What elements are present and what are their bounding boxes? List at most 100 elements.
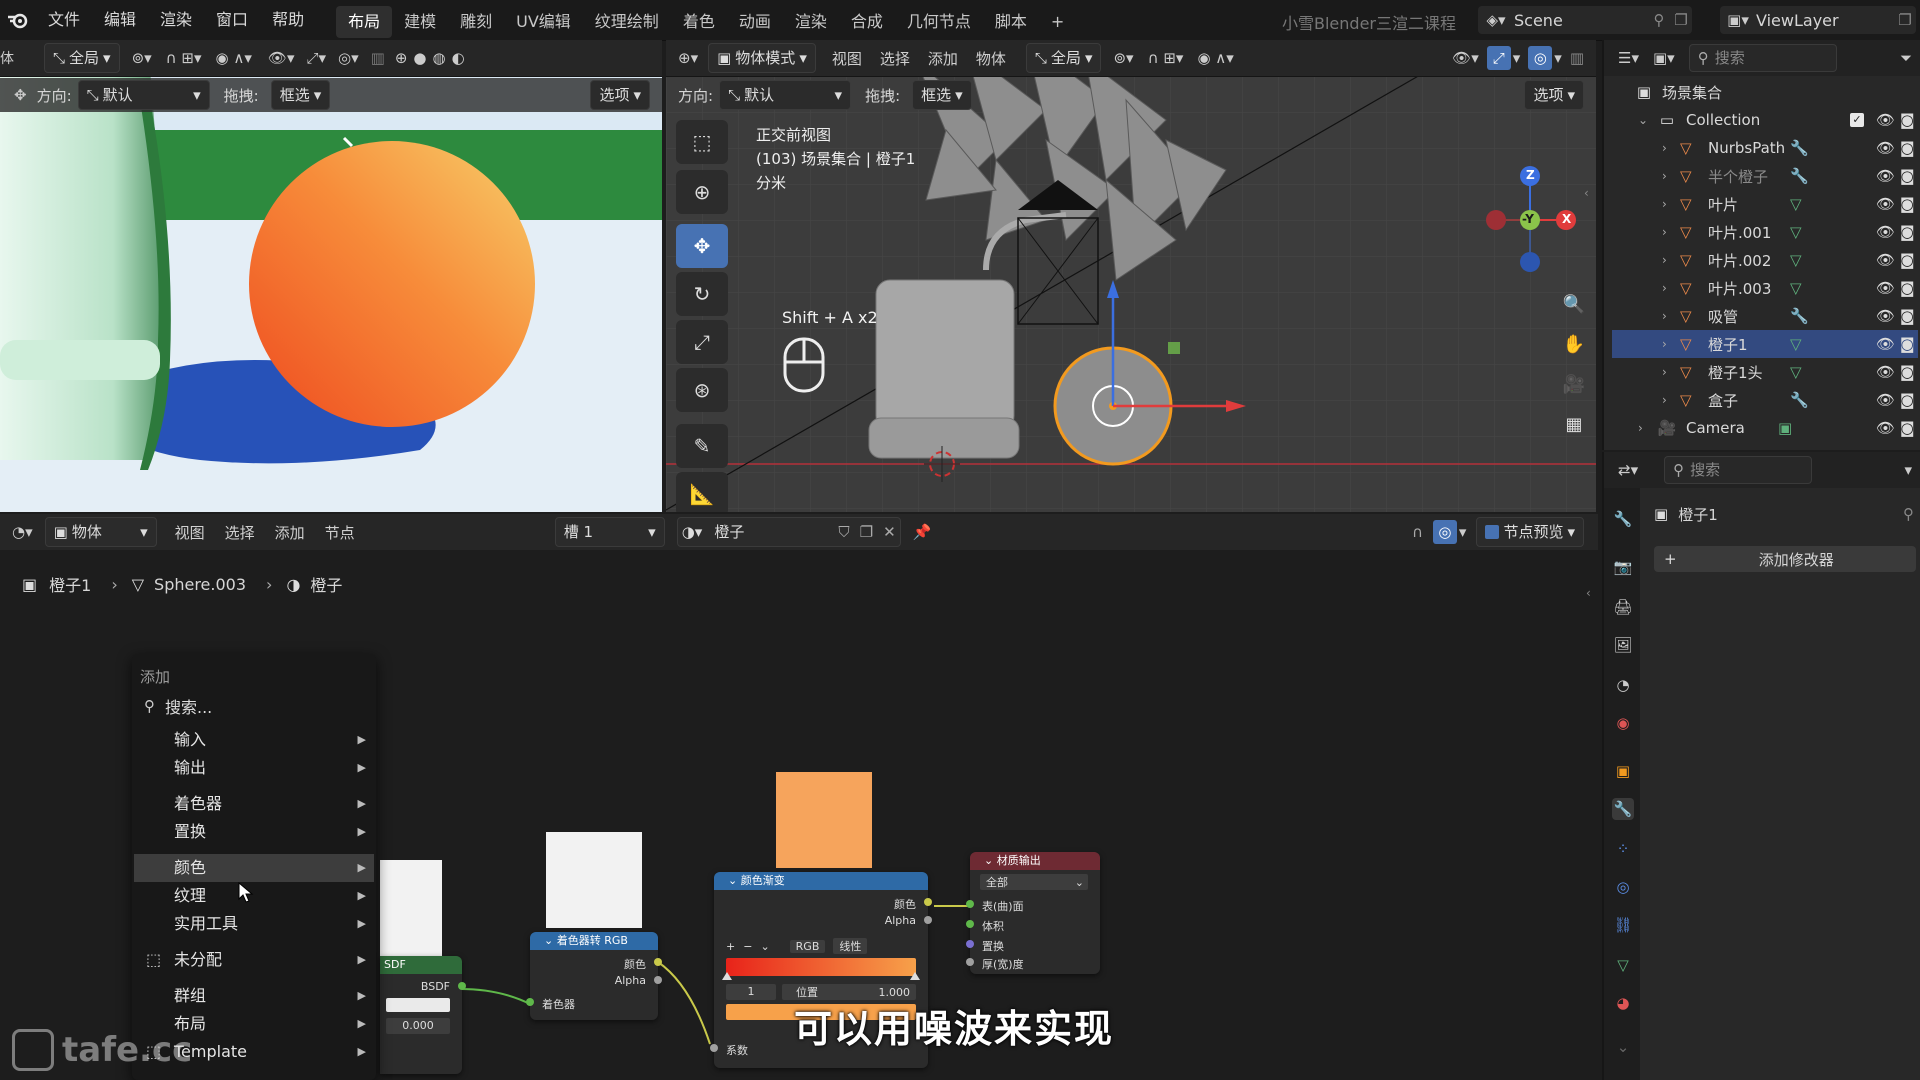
- tab-animation[interactable]: 动画: [727, 6, 783, 38]
- material-output-displacement-socket[interactable]: [966, 940, 974, 948]
- render-tab-icon[interactable]: 📷: [1612, 556, 1634, 578]
- physics-tab-icon[interactable]: ◎: [1612, 876, 1634, 898]
- add-menu-item[interactable]: 纹理 ▶: [134, 882, 374, 910]
- tab-scripting[interactable]: 脚本: [983, 6, 1039, 38]
- overlay-toggle-icon[interactable]: ◎: [1528, 46, 1553, 70]
- bsdf-output-socket[interactable]: [458, 982, 466, 990]
- render-camera-icon[interactable]: ◙: [1900, 391, 1915, 409]
- add-stop-icon[interactable]: +: [726, 940, 735, 953]
- material-output-node[interactable]: ⌄ 材质输出 全部 ⌄ 表(曲)面 体积 置换 厚(宽)度: [966, 852, 1100, 974]
- scale-tool[interactable]: ⤢: [676, 320, 728, 364]
- outliner-item[interactable]: › ▽ 盒子 🔧 👁 ◙: [1612, 386, 1918, 414]
- menu-file[interactable]: 文件: [36, 0, 92, 40]
- add-menu-item[interactable]: 输出 ▶: [134, 754, 374, 782]
- filter-icon[interactable]: ⏷: [1900, 49, 1912, 67]
- eye-icon[interactable]: 👁: [1876, 419, 1895, 437]
- scene-selector[interactable]: ◈▾ Scene ⚲ ❐: [1478, 6, 1692, 34]
- tab-texture-paint[interactable]: 纹理绘制: [583, 6, 671, 38]
- gizmo-toggle-icon[interactable]: ⤢: [1486, 46, 1511, 70]
- blender-logo-icon[interactable]: [0, 0, 36, 40]
- eye-icon[interactable]: 👁: [1876, 111, 1895, 129]
- shading-material-icon[interactable]: ◍: [433, 49, 446, 67]
- shading-solid-icon[interactable]: ●: [413, 49, 426, 67]
- eye-icon[interactable]: 👁: [1876, 363, 1895, 381]
- outliner-scene-collection[interactable]: ▣ 场景集合: [1632, 78, 1894, 106]
- world-tab-icon[interactable]: ◉: [1612, 712, 1634, 734]
- chevron-down-icon[interactable]: ⌄: [760, 940, 769, 953]
- render-camera-icon[interactable]: ◙: [1900, 167, 1915, 185]
- pin-icon[interactable]: ⚲: [1648, 11, 1670, 29]
- shader-to-rgb-alpha-socket[interactable]: [654, 976, 662, 984]
- outliner-item[interactable]: › ▽ 橙子1 ▽ 👁 ◙: [1612, 330, 1918, 358]
- particles-tab-icon[interactable]: ⁘: [1612, 838, 1634, 860]
- interpolation-dropdown[interactable]: 线性: [833, 938, 868, 954]
- menu-object[interactable]: 物体: [976, 48, 1006, 69]
- menu-view[interactable]: 视图: [832, 48, 862, 69]
- add-workspace-button[interactable]: +: [1039, 6, 1076, 38]
- expand-arrow-icon[interactable]: ›: [1662, 281, 1680, 295]
- checkbox-icon[interactable]: ✓: [1850, 113, 1864, 127]
- outliner-camera[interactable]: › 🎥 Camera ▣ 👁 ◙: [1638, 414, 1918, 442]
- outliner-item[interactable]: › ▽ 吸管 🔧 👁 ◙: [1612, 302, 1918, 330]
- overlay-toggle-icon[interactable]: ◎▾: [338, 49, 359, 67]
- outliner-item[interactable]: › ▽ 叶片 ▽ 👁 ◙: [1612, 190, 1918, 218]
- expand-arrow-icon[interactable]: ›: [1662, 141, 1680, 155]
- modifier-tab-icon[interactable]: 🔧: [1612, 798, 1634, 820]
- menu-render[interactable]: 渲染: [148, 0, 204, 40]
- visibility-icon[interactable]: 👁▾: [1452, 49, 1479, 67]
- eye-icon[interactable]: 👁: [1876, 223, 1895, 241]
- viewlayer-selector[interactable]: ▣▾ ViewLayer ❐: [1720, 6, 1916, 34]
- main-options-dropdown[interactable]: 选项 ▾: [1524, 80, 1584, 110]
- main-viewport[interactable]: ⊕▾ ▣ 物体模式 ▾ 视图 选择 添加 物体 ⤡ 全局 ▾ ⊚▾ ∩ ⊞▾ ◉ ∧▾ …: [666, 40, 1596, 512]
- proportional-edit-icon[interactable]: ◉ ∧▾: [216, 49, 252, 67]
- main-orientation-dropdown[interactable]: ⤡ 全局 ▾: [1025, 43, 1102, 73]
- data-tab-icon[interactable]: ▽: [1612, 954, 1634, 976]
- camera-view-icon[interactable]: 🎥: [1560, 370, 1588, 398]
- eye-icon[interactable]: 👁: [1876, 195, 1895, 213]
- menu-select[interactable]: 选择: [880, 48, 910, 69]
- material-output-target-dropdown[interactable]: 全部 ⌄: [980, 874, 1088, 890]
- add-menu-item[interactable]: ⬚ Template ▶: [134, 1038, 374, 1066]
- left-viewport[interactable]: 体 ⤡ 全局 ▾ ⊚▾ ∩ ⊞▾ ◉ ∧▾ 👁▾ ⤢▾ ◎▾ ▥ ⊕ ● ◍ ◐ ✥…: [0, 40, 662, 512]
- navigation-gizmo[interactable]: [1466, 120, 1576, 280]
- display-mode-icon[interactable]: ▣▾: [1653, 49, 1675, 67]
- expand-arrow-icon[interactable]: ›: [1662, 337, 1680, 351]
- chevron-down-icon[interactable]: ⌄: [1612, 1036, 1634, 1058]
- outliner-item[interactable]: › ▽ 橙子1头 ▽ 👁 ◙: [1612, 358, 1918, 386]
- annotate-tool[interactable]: ✎: [676, 424, 728, 468]
- scene-tab-icon[interactable]: ◔: [1612, 674, 1634, 696]
- bsdf-node[interactable]: SDF BSDF 0.000: [380, 956, 466, 1074]
- outliner-item[interactable]: › ▽ 叶片.003 ▽ 👁 ◙: [1612, 274, 1918, 302]
- color-mode-dropdown[interactable]: RGB: [789, 939, 826, 953]
- eye-icon[interactable]: 👁: [1876, 391, 1895, 409]
- constraints-tab-icon[interactable]: ⛓: [1612, 914, 1634, 936]
- outliner-item[interactable]: › ▽ 叶片.001 ▽ 👁 ◙: [1612, 218, 1918, 246]
- add-modifier-button[interactable]: + 添加修改器: [1654, 546, 1916, 572]
- expand-arrow-icon[interactable]: ›: [1662, 225, 1680, 239]
- eye-icon[interactable]: 👁: [1876, 251, 1895, 269]
- expand-arrow-icon[interactable]: ›: [1662, 365, 1680, 379]
- tab-uv-editing[interactable]: UV编辑: [504, 6, 583, 38]
- bsdf-color-field[interactable]: [386, 998, 450, 1012]
- left-orientation-dropdown[interactable]: ⤡ 全局 ▾: [44, 43, 120, 73]
- xray-icon[interactable]: ▥: [1570, 49, 1584, 67]
- chevron-down-icon[interactable]: ▾: [1904, 461, 1912, 479]
- ramp-stop-right[interactable]: [910, 972, 920, 980]
- move-tool[interactable]: ✥: [676, 224, 728, 268]
- outliner-item[interactable]: › ▽ NurbsPath 🔧 👁 ◙: [1612, 134, 1918, 162]
- color-ramp-color-socket[interactable]: [924, 898, 932, 906]
- outliner-item[interactable]: › ▽ 半个橙子 🔧 👁 ◙: [1612, 162, 1918, 190]
- ramp-index-field[interactable]: 1: [726, 984, 776, 1000]
- snap-icon[interactable]: ∩ ⊞▾: [166, 49, 202, 67]
- pivot-icon[interactable]: ⊚▾: [132, 49, 152, 67]
- left-drag-dropdown[interactable]: 框选 ▾: [270, 80, 331, 110]
- add-menu-item[interactable]: 实用工具 ▶: [134, 910, 374, 938]
- add-menu-item[interactable]: 置换 ▶: [134, 818, 374, 846]
- eye-icon[interactable]: 👁: [1876, 279, 1895, 297]
- outliner-collection[interactable]: ⌄ ▭ Collection ✓ 👁 ◙: [1638, 106, 1918, 134]
- bsdf-value-field[interactable]: 0.000: [386, 1018, 450, 1034]
- view-layer-tab-icon[interactable]: 🖼: [1612, 634, 1634, 656]
- copy-scene-icon[interactable]: ❐: [1670, 11, 1692, 29]
- material-output-surface-socket[interactable]: [966, 900, 974, 908]
- menu-window[interactable]: 窗口: [204, 0, 260, 40]
